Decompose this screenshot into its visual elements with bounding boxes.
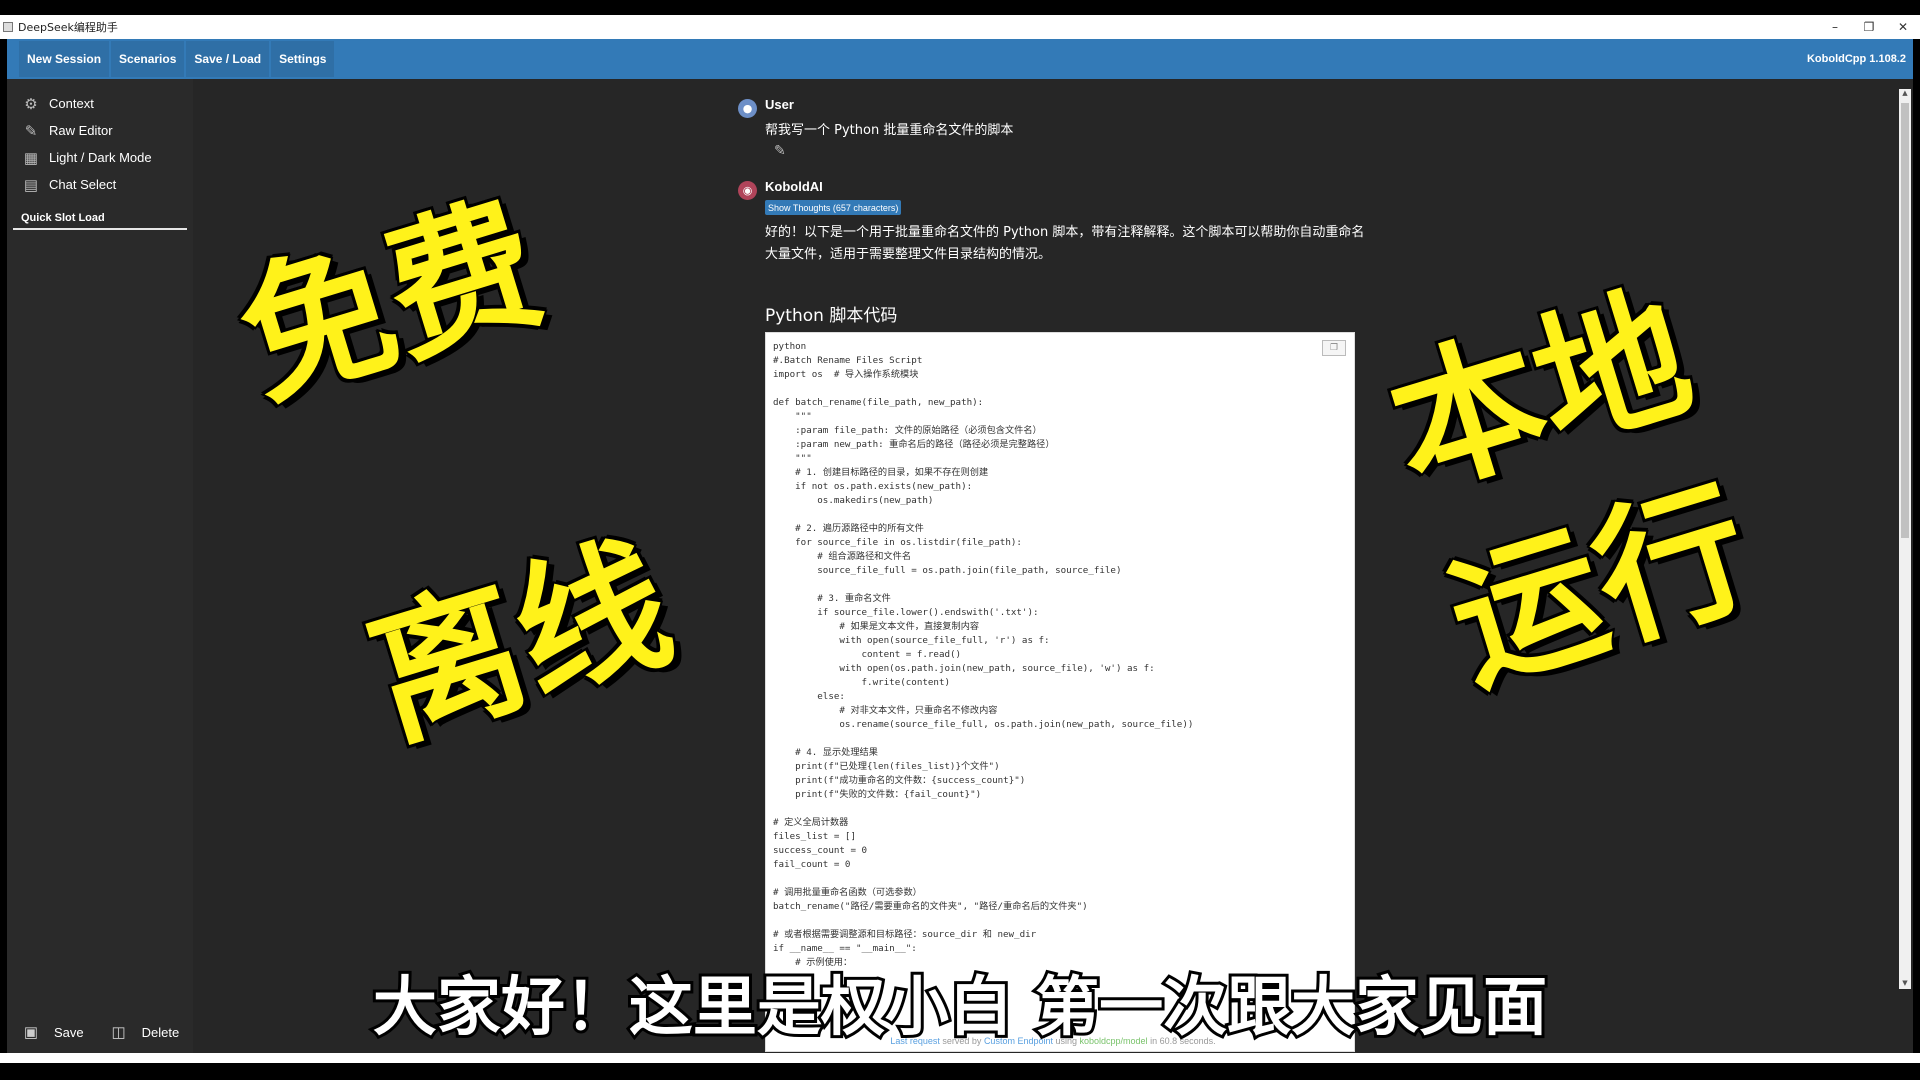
ai-intro-text: 好的！以下是一个用于批量重命名文件的 Python 脚本，带有注释解释。这个脚本… (765, 225, 1365, 262)
ai-heading: Python 脚本代码 (765, 306, 898, 326)
sidebar-item-chat-select[interactable]: ▤ Chat Select (7, 171, 193, 198)
user-message-text: 帮我写一个 Python 批量重命名文件的脚本 (765, 123, 1014, 138)
chat-icon: ▤ (23, 176, 39, 194)
sidebar-item-label: Chat Select (49, 177, 117, 192)
user-avatar-icon: ● (738, 99, 757, 118)
new-session-button[interactable]: New Session (19, 41, 110, 77)
minimize-icon[interactable]: – (1818, 15, 1852, 39)
bottom-strip (0, 1053, 1920, 1063)
window-title: DeepSeek编程助手 (18, 21, 118, 34)
sidebar: ⚙ Context ✎ Raw Editor ▦ Light / Dark Mo… (7, 79, 193, 1053)
scrollbar-thumb[interactable] (1901, 103, 1909, 538)
sidebar-item-light-dark-mode[interactable]: ▦ Light / Dark Mode (7, 144, 193, 171)
code-block: python #.Batch Rename Files Script impor… (765, 332, 1355, 1052)
koboldai-avatar-icon: ◉ (738, 181, 757, 200)
show-thoughts-button[interactable]: Show Thoughts (657 characters) (765, 200, 902, 215)
chat-scrollbar[interactable]: ▲ ▼ (1899, 89, 1911, 989)
grid-icon: ▦ (23, 149, 39, 167)
sidebar-item-context[interactable]: ⚙ Context (7, 90, 193, 117)
top-nav: New Session Scenarios Save / Load Settin… (7, 39, 1913, 79)
sidebar-item-label: Light / Dark Mode (49, 150, 152, 165)
gear-icon: ⚙ (24, 95, 38, 113)
window-controls: – ❐ ✕ (1818, 15, 1920, 39)
save-load-button[interactable]: Save / Load (186, 41, 270, 77)
sidebar-item-label: Raw Editor (49, 123, 113, 138)
sidebar-item-label: Context (49, 96, 94, 111)
version-label: KoboldCpp 1.108.2 (1806, 53, 1906, 65)
close-icon[interactable]: ✕ (1886, 15, 1920, 39)
sidebar-item-raw-editor[interactable]: ✎ Raw Editor (7, 117, 193, 144)
scenarios-button[interactable]: Scenarios (111, 41, 185, 77)
edit-icon[interactable]: ✎ (774, 143, 786, 159)
video-subtitle: 大家好！这里是权小白 第一次跟大家见面 (370, 968, 1550, 1048)
code-text: python #.Batch Rename Files Script impor… (773, 341, 1194, 968)
copy-icon[interactable]: ❐ (1322, 340, 1346, 356)
quick-slot-load-header[interactable]: Quick Slot Load (13, 204, 187, 230)
ai-name: KoboldAI (765, 179, 823, 194)
app-icon (3, 22, 13, 32)
scroll-up-icon[interactable]: ▲ (1899, 89, 1911, 99)
restore-icon[interactable]: ❐ (1852, 15, 1886, 39)
pencil-icon: ✎ (24, 122, 38, 140)
user-name: User (765, 97, 794, 112)
settings-button[interactable]: Settings (271, 41, 335, 77)
window-titlebar: DeepSeek编程助手 – ❐ ✕ (0, 15, 1920, 39)
